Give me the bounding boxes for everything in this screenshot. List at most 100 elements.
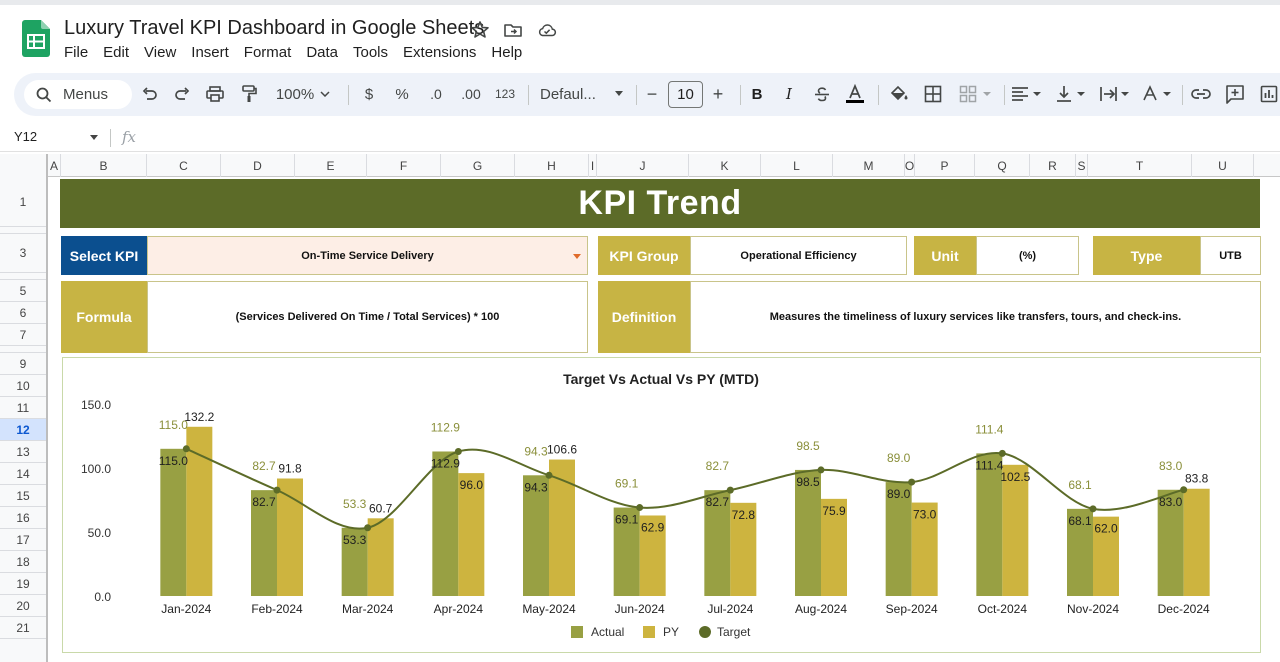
sheets-logo-icon[interactable]	[22, 20, 50, 57]
row-header-14[interactable]: 14	[0, 463, 46, 485]
column-header-k[interactable]: K	[689, 154, 761, 177]
menu-data[interactable]: Data	[306, 44, 338, 64]
decrease-decimal-button[interactable]: .0	[424, 83, 448, 105]
x-tick-label: Aug-2024	[795, 602, 847, 616]
select-all-corner[interactable]	[0, 154, 48, 177]
menu-format[interactable]: Format	[244, 44, 292, 64]
menu-tools[interactable]: Tools	[353, 44, 388, 64]
row-header-16[interactable]: 16	[0, 507, 46, 529]
row-header-2[interactable]	[0, 227, 46, 234]
kpi-group-value[interactable]: Operational Efficiency	[690, 236, 907, 275]
column-header-i[interactable]: I	[589, 154, 597, 177]
row-header-21[interactable]: 21	[0, 617, 46, 639]
column-header-h[interactable]: H	[515, 154, 589, 177]
horizontal-align-icon[interactable]	[1010, 83, 1044, 105]
menu-insert[interactable]: Insert	[191, 44, 229, 64]
menu-extensions[interactable]: Extensions	[403, 44, 476, 64]
column-header-o[interactable]: O	[905, 154, 915, 177]
column-header-j[interactable]: J	[597, 154, 689, 177]
row-header-12[interactable]: 12	[0, 419, 46, 441]
redo-icon[interactable]	[172, 83, 192, 105]
column-header-l[interactable]: L	[761, 154, 833, 177]
document-title[interactable]: Luxury Travel KPI Dashboard in Google Sh…	[64, 17, 484, 40]
column-header-p[interactable]: P	[915, 154, 975, 177]
row-header-5[interactable]: 5	[0, 280, 46, 302]
text-wrap-icon[interactable]	[1098, 83, 1132, 105]
column-header-m[interactable]: M	[833, 154, 905, 177]
row-header-1[interactable]: 1	[0, 177, 46, 227]
column-header-e[interactable]: E	[295, 154, 367, 177]
row-header-10[interactable]: 10	[0, 375, 46, 397]
percent-format-button[interactable]: %	[392, 83, 412, 105]
column-header-c[interactable]: C	[147, 154, 221, 177]
menus-search-button[interactable]: Menus	[24, 80, 132, 109]
insert-comment-icon[interactable]	[1224, 83, 1246, 105]
formula-value[interactable]: (Services Delivered On Time / Total Serv…	[147, 281, 588, 353]
name-box-dropdown-icon[interactable]	[90, 135, 98, 140]
insert-chart-icon[interactable]	[1258, 83, 1280, 105]
menu-edit[interactable]: Edit	[103, 44, 129, 64]
cloud-saved-icon[interactable]	[537, 20, 557, 40]
column-header-u[interactable]: U	[1192, 154, 1254, 177]
font-select[interactable]: Defaul...	[540, 83, 624, 105]
column-header-q[interactable]: Q	[975, 154, 1030, 177]
column-header-f[interactable]: F	[367, 154, 441, 177]
increase-font-size-button[interactable]: +	[710, 83, 726, 105]
row-header-11[interactable]: 11	[0, 397, 46, 419]
font-size-input[interactable]: 10	[668, 81, 703, 108]
column-header-a[interactable]: A	[48, 154, 61, 177]
row-header-7[interactable]: 7	[0, 324, 46, 346]
row-header-9[interactable]: 9	[0, 353, 46, 375]
row-header-19[interactable]: 19	[0, 573, 46, 595]
name-box[interactable]: Y12	[14, 129, 37, 144]
print-icon[interactable]	[204, 83, 226, 105]
number-format-button[interactable]: 123	[492, 83, 518, 105]
menu-file[interactable]: File	[64, 44, 88, 64]
italic-button[interactable]: I	[780, 83, 798, 105]
row-header-13[interactable]: 13	[0, 441, 46, 463]
decrease-font-size-button[interactable]: −	[644, 83, 660, 105]
target-point	[817, 466, 825, 474]
text-rotation-icon[interactable]	[1140, 83, 1174, 105]
text-color-icon[interactable]	[844, 83, 866, 105]
vertical-align-icon[interactable]	[1054, 83, 1088, 105]
merge-cells-icon[interactable]	[958, 83, 994, 105]
row-header-6[interactable]: 6	[0, 302, 46, 324]
paint-format-icon[interactable]	[238, 83, 260, 105]
borders-icon[interactable]	[922, 83, 944, 105]
column-header-g[interactable]: G	[441, 154, 515, 177]
target-data-label: 94.3	[524, 444, 548, 458]
row-header-18[interactable]: 18	[0, 551, 46, 573]
star-icon[interactable]	[470, 20, 490, 40]
menu-view[interactable]: View	[144, 44, 176, 64]
row-header-3[interactable]: 3	[0, 234, 46, 273]
move-folder-icon[interactable]	[503, 20, 523, 40]
zoom-select[interactable]: 100%	[272, 83, 334, 105]
x-tick-label: Jan-2024	[161, 602, 211, 616]
definition-value[interactable]: Measures the timeliness of luxury servic…	[690, 281, 1261, 353]
row-header-15[interactable]: 15	[0, 485, 46, 507]
select-kpi-dropdown[interactable]: On-Time Service Delivery	[147, 236, 588, 275]
row-header-4[interactable]	[0, 273, 46, 280]
undo-icon[interactable]	[140, 83, 160, 105]
column-header-d[interactable]: D	[221, 154, 295, 177]
increase-decimal-button[interactable]: .00	[456, 83, 486, 105]
row-header-20[interactable]: 20	[0, 595, 46, 617]
row-header-17[interactable]: 17	[0, 529, 46, 551]
fill-color-icon[interactable]	[888, 83, 910, 105]
dropdown-arrow-icon[interactable]	[573, 254, 581, 259]
row-header-8[interactable]	[0, 346, 46, 353]
column-header-t[interactable]: T	[1088, 154, 1192, 177]
column-header-s[interactable]: S	[1076, 154, 1088, 177]
currency-format-button[interactable]: $	[360, 83, 378, 105]
bold-button[interactable]: B	[748, 83, 766, 105]
sheet-grid[interactable]: KPI Trend Select KPI On-Time Service Del…	[48, 177, 1280, 662]
insert-link-icon[interactable]	[1190, 83, 1212, 105]
column-header-b[interactable]: B	[61, 154, 147, 177]
strikethrough-icon[interactable]	[812, 83, 832, 105]
menu-help[interactable]: Help	[491, 44, 522, 64]
unit-value[interactable]: (%)	[976, 236, 1079, 275]
column-header-r[interactable]: R	[1030, 154, 1076, 177]
target-vs-actual-chart[interactable]: Target Vs Actual Vs PY (MTD) 0.0 50.0 100.0…	[62, 357, 1261, 653]
type-value[interactable]: UTB	[1200, 236, 1261, 275]
